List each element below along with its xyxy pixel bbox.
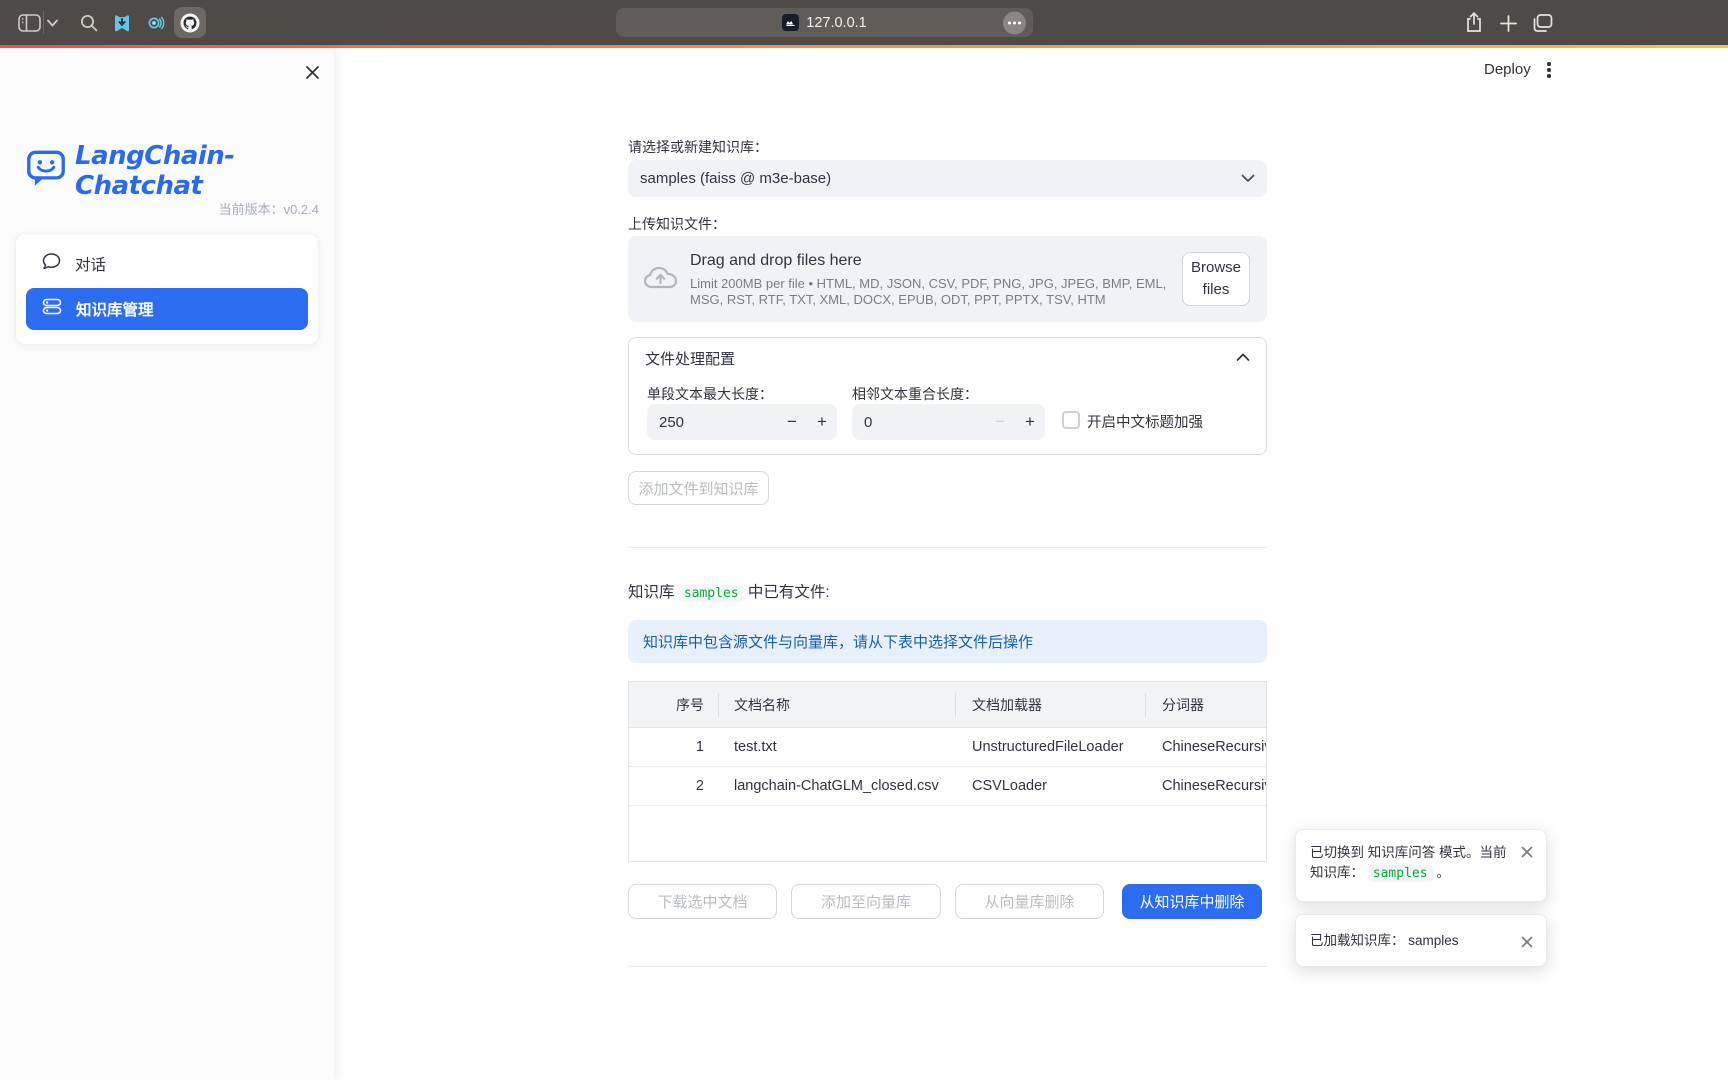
overflow-menu-icon[interactable] xyxy=(1541,61,1557,79)
column-header-loader[interactable]: 文档加载器 xyxy=(955,682,1145,727)
overlap-size-label: 相邻文本重合长度： xyxy=(852,384,978,404)
sidebar-item-label: 对话 xyxy=(75,253,106,275)
sidebar-nav: 对话 知识库管理 xyxy=(15,233,319,345)
chevron-down-icon xyxy=(1241,170,1255,188)
files-table: 序号 文档名称 文档加载器 分词器 1 test.txt Unstructure… xyxy=(628,681,1267,862)
file-uploader-dropzone[interactable]: Drag and drop files here Limit 200MB per… xyxy=(628,236,1267,322)
page-options-icon[interactable] xyxy=(1003,11,1026,34)
github-icon xyxy=(179,12,201,34)
overlap-size-input: − + xyxy=(852,404,1045,440)
add-to-vectorstore-button[interactable]: 添加至向量库 xyxy=(791,884,941,919)
kb-select-label: 请选择或新建知识库： xyxy=(628,137,768,157)
cell-loader: UnstructuredFileLoader xyxy=(955,728,1145,766)
info-alert-text: 知识库中包含源文件与向量库，请从下表中选择文件后操作 xyxy=(643,631,1033,652)
delete-from-vectorstore-button[interactable]: 从向量库删除 xyxy=(955,884,1104,919)
delete-from-kb-button[interactable]: 从知识库中删除 xyxy=(1122,884,1262,919)
cell-filename: test.txt xyxy=(718,728,955,766)
kb-files-heading: 知识库 samples 中已有文件: xyxy=(628,580,830,602)
heading-prefix: 知识库 xyxy=(628,584,679,601)
sidebar-item-dialogue[interactable]: 对话 xyxy=(26,244,308,284)
column-header-splitter[interactable]: 分词器 xyxy=(1145,682,1266,727)
info-alert: 知识库中包含源文件与向量库，请从下表中选择文件后操作 xyxy=(628,620,1267,663)
toast-kb-code: samples xyxy=(1368,865,1433,882)
zh-title-checkbox[interactable] xyxy=(1062,411,1080,429)
share-icon[interactable] xyxy=(1464,11,1484,34)
heading-suffix: 中已有文件: xyxy=(748,584,830,601)
kb-selectbox[interactable]: samples (faiss @ m3e-base) xyxy=(628,160,1267,197)
file-config-expander: 文件处理配置 单段文本最大长度： 相邻文本重合长度： − + − + 开启中文标… xyxy=(628,337,1267,455)
sidebar-close-icon[interactable] xyxy=(302,62,322,82)
brand-logo-icon xyxy=(26,149,66,194)
site-favicon xyxy=(782,14,799,31)
toolbar-divider xyxy=(43,11,44,34)
toast-text-suffix: 。 xyxy=(1436,865,1450,880)
kb-name-code: samples xyxy=(679,585,744,602)
download-selected-button[interactable]: 下载选中文档 xyxy=(628,884,777,919)
search-icon[interactable] xyxy=(80,14,98,32)
address-bar[interactable]: 127.0.0.1 xyxy=(616,8,1033,37)
knowledge-stack-icon xyxy=(42,297,62,321)
column-header-index[interactable]: 序号 xyxy=(629,682,718,727)
bookmark-tab-favicon[interactable] xyxy=(112,13,132,33)
cell-splitter: ChineseRecursiveTextSplitter xyxy=(1145,767,1266,805)
zh-title-checkbox-label: 开启中文标题加强 xyxy=(1087,411,1203,432)
overlap-size-field[interactable] xyxy=(852,414,985,431)
dropzone-title: Drag and drop files here xyxy=(690,252,862,270)
app-version: 当前版本：v0.2.4 xyxy=(219,199,319,218)
toast-close-icon[interactable] xyxy=(1519,934,1535,950)
decrement-icon: − xyxy=(985,404,1015,440)
column-header-filename[interactable]: 文档名称 xyxy=(718,682,955,727)
expander-title: 文件处理配置 xyxy=(645,348,735,369)
chunk-size-label: 单段文本最大长度： xyxy=(647,384,773,404)
upload-label: 上传知识文件： xyxy=(628,214,726,234)
table-header-row: 序号 文档名称 文档加载器 分词器 xyxy=(629,682,1266,728)
toast-kb-loaded: 已加载知识库： samples xyxy=(1295,914,1547,967)
chevron-up-icon xyxy=(1236,349,1250,367)
chevron-down-icon[interactable] xyxy=(47,19,58,27)
cloud-upload-icon xyxy=(643,264,679,295)
expander-header[interactable]: 文件处理配置 xyxy=(629,338,1266,378)
kb-selectbox-value: samples (faiss @ m3e-base) xyxy=(640,170,1241,187)
table-row[interactable]: 1 test.txt UnstructuredFileLoader Chines… xyxy=(629,728,1266,767)
add-files-button[interactable]: 添加文件到知识库 xyxy=(628,471,769,505)
chunk-size-input: − + xyxy=(647,404,837,440)
decrement-icon[interactable]: − xyxy=(777,404,807,440)
table-row[interactable]: 2 langchain-ChatGLM_closed.csv CSVLoader… xyxy=(629,767,1266,806)
cell-splitter: ChineseRecursiveTextSplitter xyxy=(1145,728,1266,766)
chunk-size-field[interactable] xyxy=(647,414,777,431)
sidebar-toggle-icon[interactable] xyxy=(18,14,41,32)
browse-files-button[interactable]: Browse files xyxy=(1182,252,1250,306)
increment-icon[interactable]: + xyxy=(807,404,837,440)
sidebar-item-label: 知识库管理 xyxy=(76,298,154,320)
sidebar: LangChain-Chatchat 当前版本：v0.2.4 对话 知识库管理 xyxy=(0,48,334,1080)
cell-filename: langchain-ChatGLM_closed.csv xyxy=(718,767,955,805)
url-text: 127.0.0.1 xyxy=(806,15,866,31)
dropzone-limits: Limit 200MB per file • HTML, MD, JSON, C… xyxy=(690,276,1174,307)
deploy-button[interactable]: Deploy xyxy=(1484,61,1531,78)
toast-text: 已加载知识库： samples xyxy=(1310,931,1459,951)
browser-toolbar: 127.0.0.1 xyxy=(0,0,1728,45)
cell-index: 1 xyxy=(629,728,718,766)
toast-mode-switched: 已切换到 知识库问答 模式。当前知识库： samples 。 xyxy=(1295,829,1547,902)
cell-index: 2 xyxy=(629,767,718,805)
brand-title: LangChain-Chatchat xyxy=(75,141,334,201)
circles-tab-favicon[interactable] xyxy=(145,13,165,33)
new-tab-icon[interactable] xyxy=(1500,15,1517,32)
toast-text: 已切换到 知识库问答 模式。当前知识库： samples 。 xyxy=(1310,843,1512,884)
brand: LangChain-Chatchat xyxy=(26,141,334,201)
github-tab[interactable] xyxy=(174,7,206,38)
toast-close-icon[interactable] xyxy=(1519,844,1535,860)
chat-bubble-icon xyxy=(42,252,61,276)
divider xyxy=(628,547,1267,548)
cell-loader: CSVLoader xyxy=(955,767,1145,805)
increment-icon[interactable]: + xyxy=(1015,404,1045,440)
divider xyxy=(628,966,1267,967)
sidebar-item-knowledge-base[interactable]: 知识库管理 xyxy=(26,288,308,330)
tab-overview-icon[interactable] xyxy=(1532,14,1553,33)
